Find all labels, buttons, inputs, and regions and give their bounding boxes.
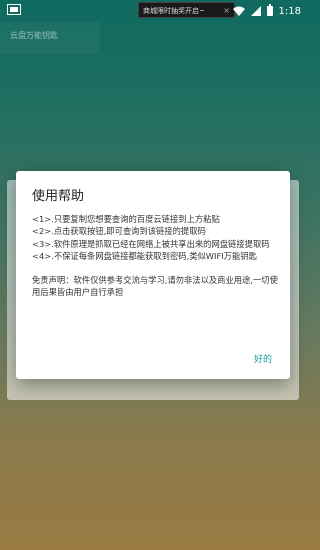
help-dialog: 使用帮助 <1>.只要复制您想要查询的百度云链接到上方粘贴 <2>.点击获取按钮…: [16, 171, 290, 379]
signal-icon: [250, 6, 261, 16]
ad-close-icon[interactable]: ×: [223, 3, 230, 17]
wifi-icon: [232, 6, 245, 16]
dialog-body: <1>.只要复制您想要查询的百度云链接到上方粘贴 <2>.点击获取按钮,即可查询…: [32, 213, 278, 299]
help-line-3: <3>.软件原理是抓取已经在网络上被共享出来的网盘链接提取码: [32, 238, 270, 249]
ad-banner[interactable]: 商城限时抽奖开启~ ×: [138, 2, 235, 18]
ok-button[interactable]: 好的: [254, 352, 272, 365]
notification-icon: [7, 4, 21, 15]
app-title: 云盘万能钥匙: [10, 31, 58, 40]
help-line-1: <1>.只要复制您想要查询的百度云链接到上方粘贴: [32, 214, 220, 224]
dialog-title: 使用帮助: [32, 189, 85, 204]
help-line-2: <2>.点击获取按钮,即可查询到该链接的提取码: [32, 226, 206, 237]
status-icons: 1:18: [232, 3, 301, 19]
status-time: 1:18: [278, 5, 301, 17]
app-title-bar: 云盘万能钥匙: [0, 22, 306, 54]
disclaimer-text: 免责声明：软件仅供参考交流与学习,请勿非法以及商业用途,一切使用后果皆由用户自行…: [32, 275, 278, 298]
ad-banner-text: 商城限时抽奖开启~: [143, 7, 205, 15]
help-line-4: <4>.不保证每条网盘链接都能获取到密码,类似WIFI万能钥匙: [32, 250, 257, 261]
status-bar: 商城限时抽奖开启~ × 1:18: [0, 0, 306, 22]
battery-icon: [266, 4, 273, 16]
